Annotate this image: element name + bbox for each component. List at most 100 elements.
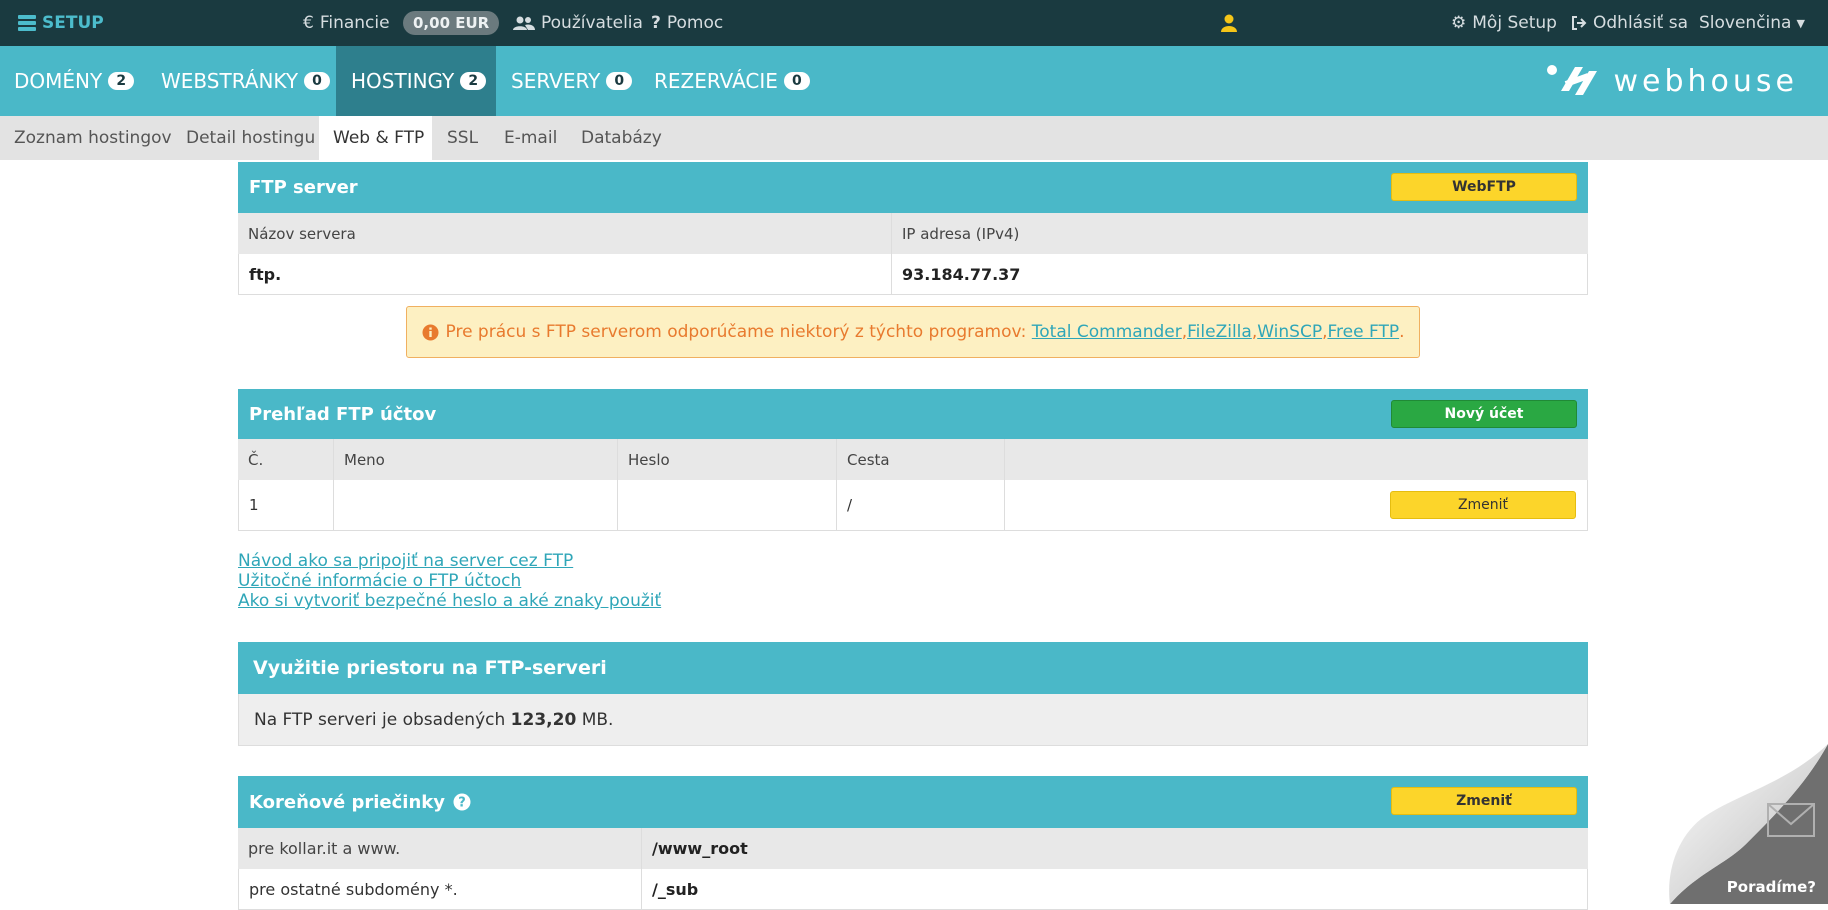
help-link[interactable]: ? Pomoc (651, 0, 723, 46)
link-ftp-accounts-info[interactable]: Užitočné informácie o FTP účtoch (238, 571, 661, 591)
logout-link[interactable]: Odhlásiť sa (1571, 0, 1688, 46)
main-nav: DOMÉNY 2 WEBSTRÁNKY 0 HOSTINGY 2 SERVERY… (0, 46, 1828, 116)
webhouse-logo[interactable]: webhouse (1545, 46, 1798, 116)
tab-webstranky-label: WEBSTRÁNKY (161, 69, 299, 93)
root-folder-label: pre kollar.it a www. (238, 828, 642, 869)
table-row: 1 / Zmeniť (238, 480, 1588, 531)
tab-webstranky[interactable]: WEBSTRÁNKY 0 (146, 46, 336, 116)
tab-domeny-label: DOMÉNY (14, 69, 103, 93)
subtab-detail-hostingu[interactable]: Detail hostingu (172, 116, 319, 160)
ftp-accounts-header: Prehľad FTP účtov Nový účet (238, 389, 1588, 439)
user-profile-button[interactable] (1221, 0, 1237, 46)
ftp-usage-title: Využitie priestoru na FTP-serveri (253, 657, 607, 679)
users-link[interactable]: Používatelia (513, 0, 643, 46)
usage-text: Na FTP serveri je obsadených (254, 709, 506, 730)
user-icon (1221, 14, 1237, 32)
ftp-usage-header: Využitie priestoru na FTP-serveri (238, 642, 1588, 694)
webhouse-mark-icon (1547, 65, 1598, 95)
root-folder-value: /www_root (652, 839, 748, 858)
ftp-usage-body: Na FTP serveri je obsadených 123,20 MB. (238, 694, 1588, 746)
subtab-zoznam-hostingov-label: Zoznam hostingov (14, 128, 172, 148)
tab-servery-label: SERVERY (511, 69, 601, 93)
col-actions (1005, 439, 1588, 480)
balance-value: 0,00 EUR (403, 11, 500, 35)
financie-label: Financie (319, 13, 390, 33)
users-icon (513, 15, 535, 31)
link-free-ftp[interactable]: Free FTP (1327, 322, 1399, 342)
root-folders-header: Koreňové priečinky ? Zmeniť (238, 776, 1588, 828)
euro-icon: € (303, 13, 314, 33)
ftp-server-panel: FTP server WebFTP Názov servera IP adres… (238, 162, 1588, 295)
users-label: Používatelia (541, 13, 643, 33)
info-icon (422, 324, 439, 341)
account-password (618, 480, 837, 530)
ftp-accounts-panel: Prehľad FTP účtov Nový účet Č. Meno Hesl… (238, 389, 1588, 531)
tab-domeny-count: 2 (108, 72, 135, 90)
ftp-accounts-title: Prehľad FTP účtov (249, 403, 437, 425)
ftp-server-title: FTP server (249, 177, 358, 198)
link-winscp[interactable]: WinSCP (1257, 322, 1322, 342)
tab-webstranky-count: 0 (304, 72, 331, 90)
tab-rezervacie-label: REZERVÁCIE (654, 69, 778, 93)
subtab-web-ftp-label: Web & FTP (333, 128, 425, 148)
change-account-button[interactable]: Zmeniť (1390, 491, 1576, 519)
my-setup-label: Môj Setup (1472, 13, 1557, 33)
link-total-commander[interactable]: Total Commander (1032, 322, 1182, 342)
tab-servery[interactable]: SERVERY 0 (496, 46, 641, 116)
account-path: / (837, 480, 1005, 530)
question-icon: ? (651, 13, 661, 33)
alert-text: Pre prácu s FTP serverom odporúčame niek… (445, 322, 1027, 342)
subtab-detail-hostingu-label: Detail hostingu (186, 128, 316, 148)
top-bar: SETUP € Financie 0,00 EUR Používatelia ?… (0, 0, 1828, 46)
balance-badge[interactable]: 0,00 EUR (403, 0, 500, 46)
new-account-button[interactable]: Nový účet (1391, 400, 1577, 428)
setup-logo[interactable]: SETUP (18, 0, 104, 46)
brand-label: webhouse (1613, 63, 1798, 99)
root-folder-value: /_sub (652, 879, 699, 899)
question-circle-icon[interactable]: ? (453, 793, 471, 811)
ftp-usage-panel: Využitie priestoru na FTP-serveri Na FTP… (238, 642, 1588, 746)
col-path: Cesta (837, 439, 1005, 480)
subtab-ssl[interactable]: SSL (432, 116, 490, 160)
tab-hostingy-label: HOSTINGY (351, 69, 455, 93)
tab-rezervacie[interactable]: REZERVÁCIE 0 (641, 46, 821, 116)
subtab-email[interactable]: E-mail (490, 116, 568, 160)
help-label: Pomoc (666, 13, 724, 33)
tab-hostingy[interactable]: HOSTINGY 2 (336, 46, 496, 116)
tab-domeny[interactable]: DOMÉNY 2 (0, 46, 146, 116)
setup-logo-label: SETUP (42, 13, 104, 33)
col-num: Č. (238, 439, 334, 480)
caret-down-icon: ▼ (1796, 16, 1805, 30)
help-corner-widget[interactable]: Poradíme? (1656, 744, 1828, 904)
link-filezilla[interactable]: FileZilla (1187, 322, 1252, 342)
link-ftp-connect-guide[interactable]: Návod ako sa pripojiť na server cez FTP (238, 551, 661, 571)
financie-link[interactable]: € Financie (303, 0, 390, 46)
server-name-value: ftp. (239, 254, 892, 294)
server-stack-icon (18, 15, 36, 31)
webftp-button[interactable]: WebFTP (1391, 173, 1577, 201)
account-name (334, 480, 618, 530)
col-password: Heslo (618, 439, 837, 480)
change-root-folders-button[interactable]: Zmeniť (1391, 787, 1577, 815)
usage-value: 123,20 (510, 709, 577, 730)
ftp-programs-alert: Pre prácu s FTP serverom odporúčame niek… (406, 306, 1420, 358)
my-setup-link[interactable]: ⚙ Môj Setup (1451, 0, 1557, 46)
root-folders-panel: Koreňové priečinky ? Zmeniť pre kollar.i… (238, 776, 1588, 910)
link-secure-password[interactable]: Ako si vytvoriť bezpečné heslo a aké zna… (238, 591, 661, 611)
subtab-web-ftp[interactable]: Web & FTP (319, 116, 432, 160)
help-links: Návod ako sa pripojiť na server cez FTP … (238, 551, 661, 611)
logout-label: Odhlásiť sa (1593, 13, 1689, 33)
subtab-zoznam-hostingov[interactable]: Zoznam hostingov (0, 116, 172, 160)
col-name: Meno (334, 439, 618, 480)
gear-icon: ⚙ (1451, 13, 1467, 33)
usage-unit: MB. (581, 709, 614, 730)
language-label: Slovenčina (1699, 13, 1792, 33)
subtab-ssl-label: SSL (447, 128, 479, 148)
subtab-databazy[interactable]: Databázy (568, 116, 668, 160)
subtab-databazy-label: Databázy (581, 128, 662, 148)
account-num: 1 (239, 480, 334, 530)
col-server-name: Názov servera (238, 213, 892, 254)
col-ip: IP adresa (IPv4) (902, 224, 1020, 243)
language-dropdown[interactable]: Slovenčina ▼ (1699, 0, 1805, 46)
sub-nav: Zoznam hostingov Detail hostingu Web & F… (0, 116, 1828, 160)
